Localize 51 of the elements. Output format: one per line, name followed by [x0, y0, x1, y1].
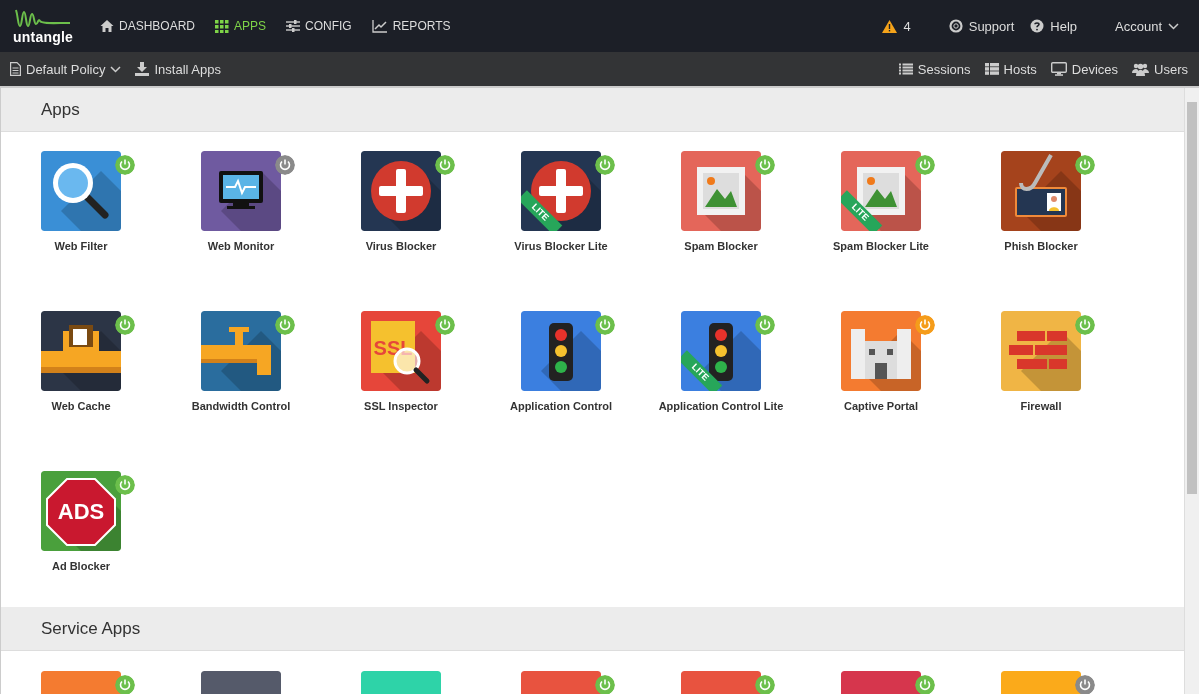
header-link[interactable]: Support: [940, 12, 1023, 40]
header-link[interactable]: Help: [1022, 12, 1085, 40]
table-icon: [984, 62, 999, 76]
users-icon: [1132, 62, 1150, 76]
app-launcher[interactable]: Virus Blocker: [321, 151, 481, 281]
app-launcher[interactable]: Spam Blocker: [641, 151, 801, 281]
power-icon[interactable]: [115, 315, 135, 335]
alerts-button[interactable]: 4: [874, 12, 919, 40]
power-icon[interactable]: [595, 155, 615, 175]
power-icon[interactable]: [1075, 155, 1095, 175]
line-chart-icon: [371, 19, 388, 33]
app-launcher[interactable]: Web Cache: [1, 311, 161, 441]
document-icon: [10, 62, 21, 76]
install-apps-button[interactable]: Install Apps: [131, 57, 225, 81]
account-menu[interactable]: Account: [1107, 12, 1187, 40]
lifebuoy-icon: [948, 19, 963, 33]
app-launcher[interactable]: Bandwidth Control: [161, 311, 321, 441]
app-launcher[interactable]: Captive Portal: [801, 311, 961, 441]
logo[interactable]: untangle: [12, 8, 74, 44]
ads-icon: ADS: [41, 471, 121, 551]
scrollbar[interactable]: [1184, 88, 1199, 694]
monitor-icon: [1050, 62, 1067, 76]
toolbar-link[interactable]: Sessions: [893, 57, 976, 81]
sliders-icon: [286, 19, 301, 33]
grid-icon: [215, 19, 229, 33]
power-icon[interactable]: [275, 315, 295, 335]
chevron-down-icon: [110, 65, 122, 73]
home-icon: [100, 19, 114, 33]
app-launcher[interactable]: Firewall: [961, 311, 1121, 441]
app-launcher[interactable]: Web Monitor: [161, 151, 321, 281]
section-header: Apps: [1, 88, 1184, 132]
section-header: Service Apps: [1, 607, 1184, 651]
nav-tab[interactable]: APPS: [207, 13, 275, 39]
toolbar-link[interactable]: Users: [1127, 57, 1193, 81]
help-icon: [1030, 19, 1045, 33]
nav-tab[interactable]: CONFIG: [278, 13, 360, 39]
app-launcher[interactable]: Web Filter: [1, 151, 161, 281]
power-icon[interactable]: [275, 155, 295, 175]
power-icon[interactable]: [435, 155, 455, 175]
toolbar-link[interactable]: Hosts: [979, 57, 1042, 81]
list-icon: [898, 62, 913, 76]
toolbar-link[interactable]: Devices: [1045, 57, 1124, 81]
nav-tab[interactable]: REPORTS: [363, 13, 459, 39]
nav-tab[interactable]: DASHBOARD: [92, 13, 203, 39]
policy-dropdown[interactable]: Default Policy: [6, 57, 126, 81]
app-launcher[interactable]: Phish Blocker: [961, 151, 1121, 281]
warning-icon: [882, 19, 898, 33]
app-launcher[interactable]: Application Control: [481, 311, 641, 441]
download-icon: [135, 62, 150, 76]
app-launcher[interactable]: ADS Ad Blocker: [1, 471, 161, 601]
chevron-down-icon: [1168, 22, 1179, 30]
